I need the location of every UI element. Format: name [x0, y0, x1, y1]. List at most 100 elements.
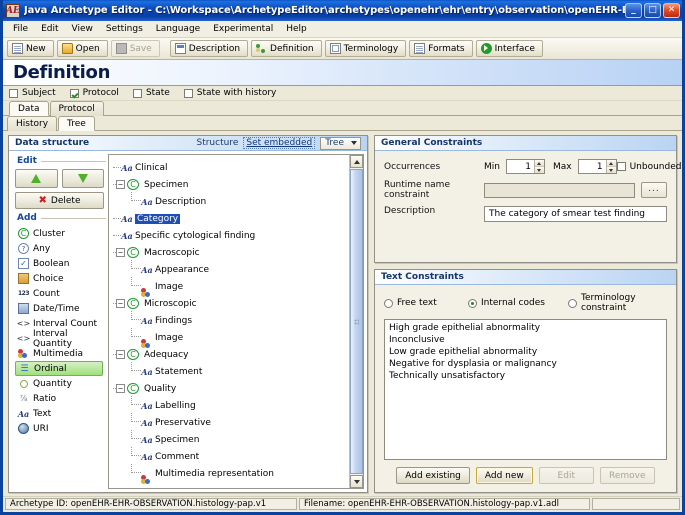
move-up-button[interactable]: [15, 169, 58, 188]
tree-node[interactable]: Aa Statement: [113, 362, 349, 380]
type-item-interval-quantity[interactable]: <> Interval Quantity: [15, 329, 104, 349]
radio-terminology-constraint-button[interactable]: [568, 298, 577, 308]
min-stepper-buttons[interactable]: [533, 160, 544, 173]
min-occurrences-stepper[interactable]: [505, 159, 545, 174]
min-occurrences-input[interactable]: [506, 160, 534, 173]
list-item[interactable]: Technically unsatisfactory: [389, 370, 662, 382]
type-item-any[interactable]: ? Any: [15, 241, 104, 256]
max-occurrences-input[interactable]: [578, 160, 606, 173]
tree-vertical-scrollbar[interactable]: [349, 155, 363, 488]
tree-node[interactable]: Aa Labelling: [113, 396, 349, 414]
list-item[interactable]: Negative for dysplasia or malignancy: [389, 358, 662, 370]
radio-internal-codes[interactable]: Internal codes: [468, 298, 568, 308]
runtime-name-input[interactable]: [484, 182, 635, 198]
unbounded-checkbox[interactable]: Unbounded: [616, 162, 681, 172]
tab-data[interactable]: Data: [9, 101, 49, 116]
menu-item-settings[interactable]: Settings: [100, 22, 150, 36]
tree-node[interactable]: − C Adequacy: [113, 346, 349, 363]
tree-node[interactable]: − C Specimen: [113, 176, 349, 193]
tab-history[interactable]: History: [7, 116, 58, 131]
type-item-ordinal[interactable]: ☰ Ordinal: [15, 361, 103, 376]
tree-node-selected[interactable]: Aa Category: [113, 210, 349, 227]
type-item-ratio[interactable]: ⅞ Ratio: [15, 391, 104, 406]
add-existing-button[interactable]: Add existing: [396, 467, 470, 484]
type-item-quantity[interactable]: Quantity: [15, 376, 104, 391]
checkbox-state-with-history[interactable]: State with history: [183, 88, 276, 98]
add-new-button[interactable]: Add new: [475, 467, 533, 484]
max-occurrences-stepper[interactable]: [577, 159, 617, 174]
tree-node[interactable]: Image: [113, 277, 349, 297]
max-decrement-button[interactable]: [606, 166, 616, 173]
close-button[interactable]: ✕: [663, 3, 680, 18]
internal-codes-list[interactable]: High grade epithelial abnormality Inconc…: [384, 319, 667, 460]
tree-node[interactable]: − C Microscopic: [113, 295, 349, 312]
max-stepper-buttons[interactable]: [605, 160, 616, 173]
formats-button[interactable]: Formats: [409, 40, 473, 57]
collapse-expander-icon[interactable]: −: [116, 299, 125, 308]
terminology-button[interactable]: Terminology: [324, 40, 407, 57]
tree-node[interactable]: Aa Clinical: [113, 159, 349, 176]
interface-button[interactable]: Interface: [475, 40, 543, 57]
checkbox-state-with-history-box[interactable]: [183, 88, 193, 98]
menu-item-view[interactable]: View: [66, 22, 100, 36]
type-item-multimedia[interactable]: Multimedia: [15, 346, 104, 361]
radio-free-text[interactable]: Free text: [384, 298, 468, 308]
type-item-cluster[interactable]: C Cluster: [15, 226, 104, 241]
minimize-button[interactable]: _: [625, 3, 642, 18]
radio-free-text-button[interactable]: [384, 298, 393, 308]
open-button[interactable]: Open: [56, 40, 108, 57]
archetype-tree[interactable]: Aa Clinical − C Specimen Aa Description: [109, 155, 349, 488]
checkbox-protocol[interactable]: Protocol: [69, 88, 119, 98]
tree-node[interactable]: Aa Comment: [113, 447, 349, 465]
list-item[interactable]: Low grade epithelial abnormality: [389, 346, 662, 358]
checkbox-protocol-box[interactable]: [69, 88, 79, 98]
checkbox-state-box[interactable]: [132, 88, 142, 98]
tree-node[interactable]: − C Quality: [113, 380, 349, 397]
type-item-choice[interactable]: Choice: [15, 271, 104, 286]
type-item-count[interactable]: 123 Count: [15, 286, 104, 301]
set-embedded-link[interactable]: Set embedded: [243, 137, 316, 149]
collapse-expander-icon[interactable]: −: [116, 350, 125, 359]
tree-node[interactable]: Multimedia representation: [113, 464, 349, 484]
menu-item-edit[interactable]: Edit: [35, 22, 65, 36]
maximize-button[interactable]: □: [644, 3, 661, 18]
radio-terminology-constraint[interactable]: Terminology constraint: [568, 293, 667, 313]
list-item[interactable]: Inconclusive: [389, 334, 662, 346]
collapse-expander-icon[interactable]: −: [116, 248, 125, 257]
tree-node[interactable]: − C Macroscopic: [113, 244, 349, 261]
tab-protocol[interactable]: Protocol: [49, 101, 104, 116]
type-item-boolean[interactable]: ✓ Boolean: [15, 256, 104, 271]
tree-node[interactable]: Aa Appearance: [113, 260, 349, 278]
checkbox-state[interactable]: State: [132, 88, 170, 98]
collapse-expander-icon[interactable]: −: [116, 384, 125, 393]
tab-tree[interactable]: Tree: [58, 116, 95, 131]
collapse-expander-icon[interactable]: −: [116, 180, 125, 189]
runtime-name-browse-button[interactable]: ...: [641, 182, 667, 198]
min-decrement-button[interactable]: [534, 166, 544, 173]
tree-node[interactable]: Image: [113, 328, 349, 348]
tree-node[interactable]: Aa Specimen: [113, 430, 349, 448]
menu-item-help[interactable]: Help: [280, 22, 314, 36]
scroll-up-button[interactable]: [350, 155, 363, 168]
radio-internal-codes-button[interactable]: [468, 298, 477, 308]
type-item-datetime[interactable]: Date/Time: [15, 301, 104, 316]
scroll-down-button[interactable]: [350, 475, 363, 488]
scrollbar-thumb[interactable]: [350, 169, 363, 474]
delete-button[interactable]: ✖ Delete: [15, 192, 104, 209]
type-item-uri[interactable]: URI: [15, 421, 104, 436]
checkbox-subject-box[interactable]: [9, 88, 18, 98]
menu-item-experimental[interactable]: Experimental: [207, 22, 280, 36]
structure-view-combo[interactable]: Tree: [320, 136, 361, 150]
move-down-button[interactable]: [61, 169, 104, 188]
tree-node[interactable]: Aa Description: [113, 192, 349, 210]
checkbox-subject[interactable]: Subject: [9, 88, 56, 98]
unbounded-checkbox-box[interactable]: [616, 162, 626, 171]
menu-item-language[interactable]: Language: [150, 22, 207, 36]
new-button[interactable]: New: [7, 40, 54, 57]
type-item-text[interactable]: Aa Text: [15, 406, 104, 421]
tree-node[interactable]: Aa Specific cytological finding: [113, 227, 349, 244]
description-button[interactable]: Description: [169, 40, 249, 57]
description-textarea[interactable]: The category of smear test finding: [484, 206, 667, 222]
definition-button[interactable]: Definition: [251, 40, 322, 57]
list-item[interactable]: High grade epithelial abnormality: [389, 322, 662, 334]
